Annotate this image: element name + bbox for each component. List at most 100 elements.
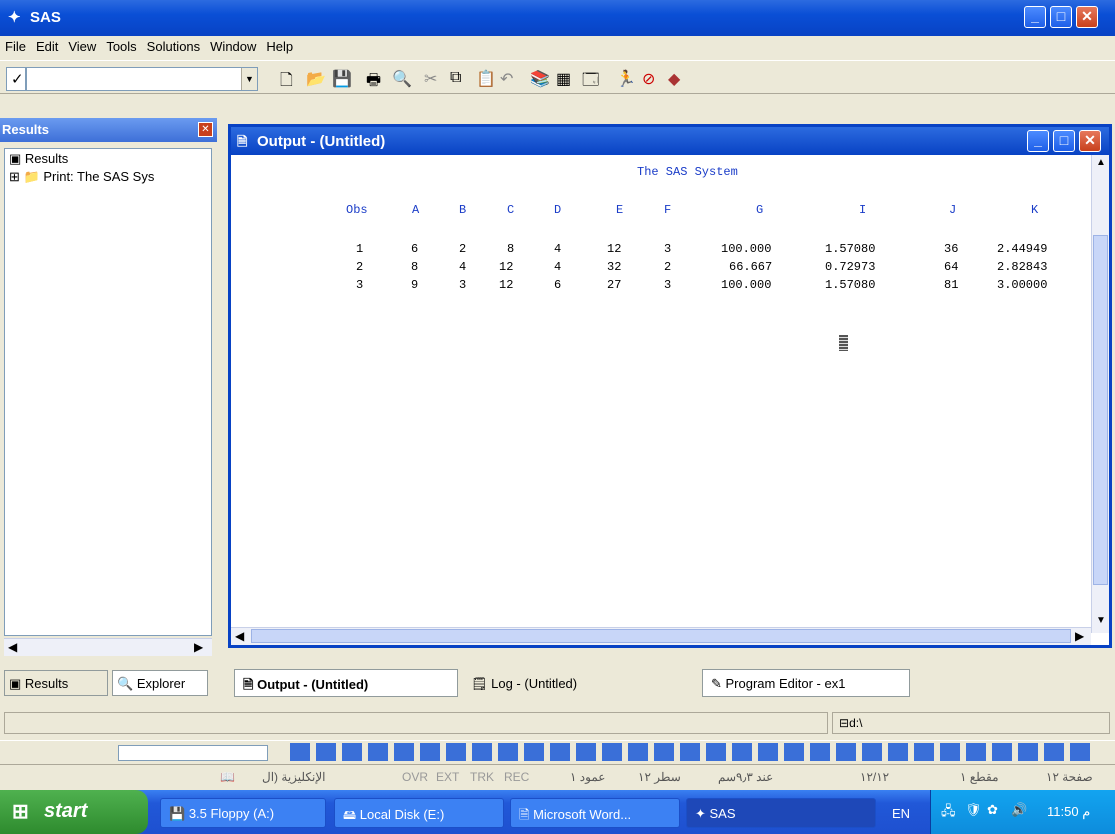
sas-app-icon: ✦ bbox=[8, 9, 21, 26]
tree-item-print[interactable]: ⊞ 📁 Print: The SAS Sys bbox=[5, 167, 211, 185]
word-section: مقطع ١ bbox=[960, 770, 999, 784]
results-horizontal-scrollbar[interactable]: ◀ ▶ bbox=[4, 638, 212, 656]
menu-file[interactable]: File bbox=[0, 36, 31, 54]
col-header-obs: Obs bbox=[346, 203, 368, 217]
results-icon: ▣ bbox=[9, 151, 25, 166]
new-icon[interactable]: 🗋 bbox=[280, 69, 293, 96]
tab-output[interactable]: 🗎 Output - (Untitled) bbox=[234, 669, 458, 697]
status-message bbox=[4, 712, 828, 734]
network-icon[interactable]: 🖧 bbox=[941, 802, 956, 824]
submit-check-button[interactable]: ✓ bbox=[6, 67, 26, 91]
tab-explorer[interactable]: 🔍 Explorer bbox=[112, 670, 208, 696]
spelling-icon: 📖 bbox=[220, 770, 235, 784]
results-panel: Results ✕ ▣ Results ⊞ 📁 Print: The SAS S… bbox=[0, 118, 217, 702]
word-ovr: OVR bbox=[402, 770, 429, 784]
word-line-style-select[interactable] bbox=[118, 745, 268, 761]
scroll-right-icon[interactable]: ▶ bbox=[1075, 629, 1084, 643]
tab-program-editor[interactable]: ✎ Program Editor - ex1 bbox=[702, 669, 910, 697]
windows-logo-icon: ⊞ bbox=[12, 801, 29, 823]
tab-results[interactable]: ▣ Results bbox=[4, 670, 108, 696]
open-icon[interactable]: 📂 bbox=[306, 69, 326, 89]
scroll-down-icon[interactable]: ▼ bbox=[1096, 615, 1106, 626]
tab-log[interactable]: 🗒 Log - (Untitled) bbox=[462, 669, 702, 697]
close-button[interactable]: ✕ bbox=[1076, 6, 1098, 28]
language-indicator[interactable]: EN bbox=[892, 806, 910, 821]
security-icon[interactable]: 🛡 bbox=[965, 802, 982, 818]
output-minimize-button[interactable]: _ bbox=[1027, 130, 1049, 152]
col-header-f: F bbox=[664, 203, 672, 217]
results-icon[interactable]: 🗔 bbox=[582, 69, 599, 96]
menu-solutions[interactable]: Solutions bbox=[142, 36, 205, 54]
task-word[interactable]: 🗎 Microsoft Word... bbox=[510, 798, 680, 828]
col-header-k: K bbox=[1031, 203, 1039, 217]
help-icon[interactable]: ◆ bbox=[668, 69, 680, 89]
paste-icon[interactable]: 📋 bbox=[476, 69, 496, 89]
menu-help[interactable]: Help bbox=[261, 36, 298, 54]
word-format-buttons[interactable] bbox=[290, 743, 1090, 761]
disk-icon: 🖴 bbox=[343, 807, 360, 822]
scroll-thumb[interactable] bbox=[1093, 235, 1108, 585]
menu-edit[interactable]: Edit bbox=[31, 36, 63, 54]
menu-view[interactable]: View bbox=[63, 36, 101, 54]
output-vertical-scrollbar[interactable]: ▲ ▼ bbox=[1091, 155, 1109, 633]
folder-icon: 📁 bbox=[19, 169, 44, 184]
explorer-icon: 🔍 bbox=[117, 676, 137, 691]
results-panel-title: Results bbox=[0, 118, 217, 142]
task-floppy[interactable]: 💾 3.5 Floppy (A:) bbox=[160, 798, 326, 828]
task-local-disk[interactable]: 🖴 Local Disk (E:) bbox=[334, 798, 504, 828]
word-column: عمود ١ bbox=[570, 770, 606, 784]
chevron-down-icon[interactable]: ▼ bbox=[241, 68, 257, 90]
library-icon[interactable]: 📚 bbox=[530, 69, 550, 89]
col-header-a: A bbox=[412, 203, 420, 217]
output-window-title: 🗎 Output - (Untitled) _ □ ✕ bbox=[231, 127, 1109, 155]
word-icon: 🗎 bbox=[519, 807, 534, 822]
scroll-up-icon[interactable]: ▲ bbox=[1096, 157, 1106, 168]
system-tray: 🖧 🛡 ✿ 🔊 11:50 م bbox=[930, 790, 1115, 834]
command-input[interactable]: ▼ bbox=[26, 67, 258, 91]
scroll-left-icon[interactable]: ◀ bbox=[235, 629, 244, 643]
text-cursor bbox=[839, 335, 848, 351]
scroll-right-icon[interactable]: ▶ bbox=[194, 640, 203, 654]
word-status-bar: 📖 الإنكليزية (ال OVR EXT TRK REC عمود ١ … bbox=[0, 764, 1115, 790]
toolbar: ✓ ▼ 🗋 📂 💾 🖶 🔍 ✂ ⧉ 📋 ↶ 📚 ▦ 🗔 🏃 ⊘ ◆ bbox=[0, 60, 1115, 94]
menu-tools[interactable]: Tools bbox=[101, 36, 141, 54]
output-maximize-button[interactable]: □ bbox=[1053, 130, 1075, 152]
break-icon[interactable]: ⊘ bbox=[642, 69, 655, 89]
output-close-button[interactable]: ✕ bbox=[1079, 130, 1101, 152]
menu-window[interactable]: Window bbox=[205, 36, 261, 54]
task-sas[interactable]: ✦ SAS bbox=[686, 798, 876, 828]
word-pages: ١٢/١٢ bbox=[860, 770, 890, 784]
scroll-left-icon[interactable]: ◀ bbox=[8, 640, 17, 654]
col-header-d: D bbox=[554, 203, 562, 217]
tree-item-results[interactable]: ▣ Results bbox=[5, 149, 211, 167]
program-editor-icon: ✎ bbox=[711, 676, 726, 691]
save-icon[interactable]: 💾 bbox=[332, 69, 352, 89]
copy-icon[interactable]: ⧉ bbox=[450, 69, 461, 87]
expand-icon[interactable]: ⊞ bbox=[9, 169, 20, 184]
explorer-icon[interactable]: ▦ bbox=[556, 69, 571, 89]
volume-icon[interactable]: 🔊 bbox=[1011, 802, 1027, 818]
maximize-button[interactable]: □ bbox=[1050, 6, 1072, 28]
col-header-g: G bbox=[756, 203, 764, 217]
tray-app-icon[interactable]: ✿ bbox=[987, 802, 998, 818]
start-button[interactable]: ⊞ start bbox=[0, 790, 148, 834]
h-scroll-thumb[interactable] bbox=[251, 629, 1071, 643]
word-page: صفحة ١٢ bbox=[1046, 770, 1093, 784]
print-icon[interactable]: 🖶 bbox=[366, 69, 381, 96]
minimize-button[interactable]: _ bbox=[1024, 6, 1046, 28]
word-ext: EXT bbox=[436, 770, 460, 784]
output-horizontal-scrollbar[interactable]: ◀ ▶ bbox=[231, 627, 1091, 645]
word-trk: TRK bbox=[470, 770, 494, 784]
results-close-button[interactable]: ✕ bbox=[198, 122, 213, 137]
col-header-i: I bbox=[859, 203, 867, 217]
current-directory: ⊟d:\ bbox=[832, 712, 1110, 734]
undo-icon[interactable]: ↶ bbox=[500, 69, 513, 89]
run-icon[interactable]: 🏃 bbox=[616, 69, 636, 89]
word-rec: REC bbox=[504, 770, 530, 784]
window-title: SAS bbox=[30, 9, 61, 26]
status-bar: ⊟d:\ bbox=[0, 706, 1115, 740]
clock: 11:50 م bbox=[1047, 804, 1091, 819]
cut-icon[interactable]: ✂ bbox=[424, 69, 437, 89]
word-toolbar bbox=[0, 740, 1115, 764]
print-preview-icon[interactable]: 🔍 bbox=[392, 69, 412, 89]
